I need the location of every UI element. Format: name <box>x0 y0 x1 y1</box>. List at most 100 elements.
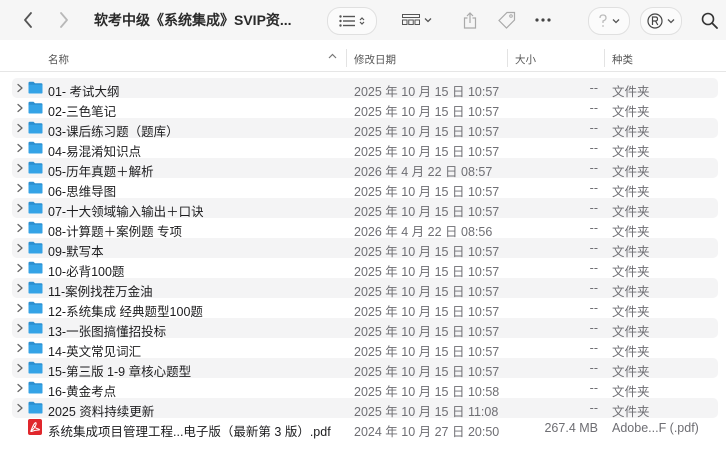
file-row[interactable]: 06-思维导图 2025 年 10 月 15 日 10:57 -- 文件夹 <box>12 178 718 199</box>
file-size: -- <box>589 241 598 255</box>
file-row[interactable]: 02-三色笔记 2025 年 10 月 15 日 10:57 -- 文件夹 <box>12 98 718 119</box>
file-row[interactable]: 03-课后练习题（题库） 2025 年 10 月 15 日 10:57 -- 文件夹 <box>12 118 718 139</box>
search-button[interactable] <box>696 7 722 33</box>
folder-icon <box>28 361 43 374</box>
view-list-button[interactable] <box>327 7 377 35</box>
disclosure-chevron-icon[interactable] <box>16 383 24 393</box>
folder-icon <box>28 201 43 214</box>
disclosure-chevron-icon[interactable] <box>16 123 24 133</box>
file-size: -- <box>589 181 598 195</box>
file-row[interactable]: 16-黄金考点 2025 年 10 月 15 日 10:58 -- 文件夹 <box>12 378 718 399</box>
disclosure-chevron-icon[interactable] <box>16 303 24 313</box>
file-size: -- <box>589 141 598 155</box>
folder-icon <box>28 141 43 154</box>
disclosure-chevron-icon[interactable] <box>16 183 24 193</box>
more-button[interactable] <box>530 7 556 33</box>
folder-icon <box>28 301 43 314</box>
window-title: 软考中级《系统集成》SVIP资... <box>94 12 292 28</box>
file-size: -- <box>589 261 598 275</box>
column-date-header[interactable]: 修改日期 <box>354 52 396 67</box>
file-size: -- <box>589 101 598 115</box>
column-divider[interactable] <box>346 49 347 67</box>
share-button[interactable] <box>458 7 482 33</box>
tag-button[interactable] <box>494 7 520 33</box>
disclosure-chevron-icon[interactable] <box>16 203 24 213</box>
registered-icon <box>647 13 663 29</box>
disclosure-chevron-icon[interactable] <box>16 363 24 373</box>
registered-menu-button[interactable] <box>640 7 682 35</box>
column-name-header[interactable]: 名称 <box>48 52 69 67</box>
sort-ascending-icon[interactable] <box>328 53 337 59</box>
disclosure-chevron-icon[interactable] <box>16 103 24 113</box>
file-size: -- <box>589 221 598 235</box>
disclosure-chevron-icon[interactable] <box>16 163 24 173</box>
file-row[interactable]: 09-默写本 2025 年 10 月 15 日 10:57 -- 文件夹 <box>12 238 718 259</box>
search-icon <box>701 12 718 29</box>
file-row[interactable]: 15-第三版 1-9 章核心题型 2025 年 10 月 15 日 10:57 --… <box>12 358 718 379</box>
back-button[interactable] <box>17 9 39 31</box>
folder-icon <box>28 401 43 414</box>
disclosure-chevron-icon[interactable] <box>16 283 24 293</box>
file-size: -- <box>589 381 598 395</box>
disclosure-chevron-icon[interactable] <box>16 343 24 353</box>
file-date: 2024 年 10 月 27 日 20:50 <box>354 425 500 439</box>
file-kind: Adobe...F (.pdf) <box>612 421 699 435</box>
ellipsis-icon <box>535 18 551 22</box>
column-header: 名称 修改日期 大小 种类 <box>0 45 726 72</box>
folder-icon <box>28 381 43 394</box>
disclosure-chevron-icon[interactable] <box>16 243 24 253</box>
file-row[interactable]: 05-历年真题＋解析 2026 年 4 月 22 日 08:57 -- 文件夹 <box>12 158 718 179</box>
file-size: 267.4 MB <box>544 421 598 435</box>
file-row[interactable]: 14-英文常见词汇 2025 年 10 月 15 日 10:57 -- 文件夹 <box>12 338 718 359</box>
column-size-header[interactable]: 大小 <box>515 52 536 67</box>
column-divider[interactable] <box>507 49 508 67</box>
chevron-down-icon <box>612 19 620 24</box>
forward-button[interactable] <box>53 9 75 31</box>
folder-icon <box>28 161 43 174</box>
file-size: -- <box>589 281 598 295</box>
file-row[interactable]: 07-十大领域输入输出＋口诀 2025 年 10 月 15 日 10:57 -- 文件… <box>12 198 718 219</box>
disclosure-chevron-icon[interactable] <box>16 263 24 273</box>
file-row[interactable]: 12-系统集成 经典题型100题 2025 年 10 月 15 日 10:57 --… <box>12 298 718 319</box>
view-gallery-button[interactable] <box>395 7 439 33</box>
disclosure-chevron-icon[interactable] <box>16 323 24 333</box>
file-size: -- <box>589 81 598 95</box>
file-row[interactable]: 10-必背100题 2025 年 10 月 15 日 10:57 -- 文件夹 <box>12 258 718 279</box>
file-size: -- <box>589 161 598 175</box>
folder-icon <box>28 81 43 94</box>
share-icon <box>463 11 477 29</box>
file-row[interactable]: 01- 考试大纲 2025 年 10 月 15 日 10:57 -- 文件夹 <box>12 78 718 99</box>
disclosure-chevron-icon[interactable] <box>16 143 24 153</box>
chevron-updown-icon <box>359 17 365 25</box>
folder-icon <box>28 261 43 274</box>
file-size: -- <box>589 341 598 355</box>
chevron-left-icon <box>24 12 32 28</box>
folder-icon <box>28 281 43 294</box>
chevron-down-icon <box>424 18 432 23</box>
tag-icon <box>498 11 516 29</box>
disclosure-chevron-icon[interactable] <box>16 223 24 233</box>
file-row[interactable]: 系统集成项目管理工程...电子版（最新第 3 版）.pdf 2024 年 10 月… <box>12 418 718 439</box>
disclosure-chevron-icon[interactable] <box>16 403 24 413</box>
question-icon <box>599 14 607 27</box>
file-name: 系统集成项目管理工程...电子版（最新第 3 版）.pdf <box>48 425 331 439</box>
file-size: -- <box>589 121 598 135</box>
disclosure-chevron-icon[interactable] <box>16 83 24 93</box>
folder-icon <box>28 181 43 194</box>
pdf-file-icon <box>28 419 42 435</box>
file-row[interactable]: 08-计算题＋案例题 专项 2026 年 4 月 22 日 08:56 -- 文件夹 <box>12 218 718 239</box>
file-row[interactable]: 04-易混淆知识点 2025 年 10 月 15 日 10:57 -- 文件夹 <box>12 138 718 159</box>
folder-icon <box>28 101 43 114</box>
column-divider[interactable] <box>604 49 605 67</box>
folder-icon <box>28 341 43 354</box>
file-size: -- <box>589 301 598 315</box>
column-kind-header[interactable]: 种类 <box>612 52 633 67</box>
file-size: -- <box>589 401 598 415</box>
chevron-down-icon <box>667 19 675 24</box>
help-menu-button[interactable] <box>588 7 630 35</box>
file-row[interactable]: 13-一张图搞懂招投标 2025 年 10 月 15 日 10:57 -- 文件夹 <box>12 318 718 339</box>
file-row[interactable]: 2025 资料持续更新 2025 年 10 月 15 日 11:08 -- 文件夹 <box>12 398 718 419</box>
file-row[interactable]: 11-案例找茬万金油 2025 年 10 月 15 日 10:57 -- 文件夹 <box>12 278 718 299</box>
folder-icon <box>28 321 43 334</box>
file-size: -- <box>589 321 598 335</box>
